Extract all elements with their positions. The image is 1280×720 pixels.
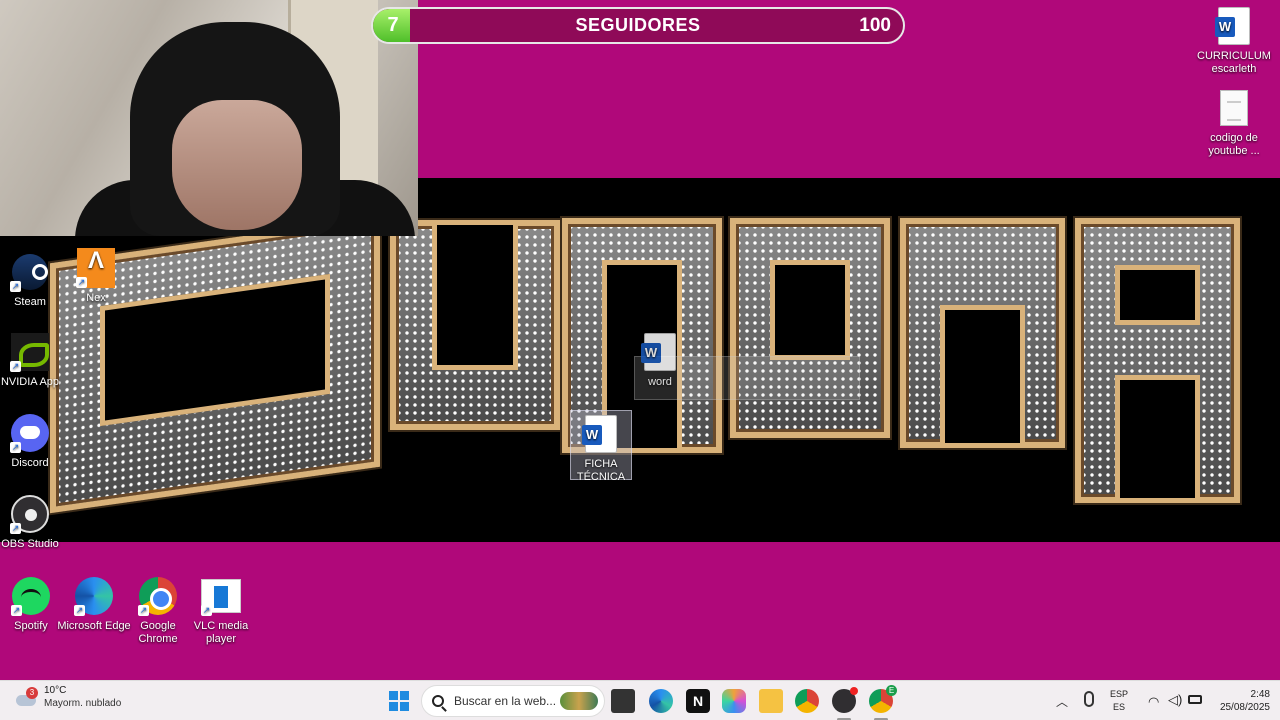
weather-widget[interactable]: 3 10°C Mayorm. nublado — [14, 685, 121, 710]
search-icon — [432, 695, 444, 707]
shortcut-arrow-icon: ↗ — [10, 442, 21, 453]
taskbar-clock[interactable]: 2:48 25/08/2025 — [1210, 688, 1270, 714]
shortcut-arrow-icon: ↗ — [10, 523, 21, 534]
language-code: ESP — [1110, 689, 1129, 699]
chevron-up-icon[interactable]: ︿ — [1056, 693, 1068, 710]
battery-icon[interactable] — [1188, 695, 1202, 704]
taskbar-copilot-icon[interactable] — [722, 689, 746, 713]
shortcut-arrow-icon: ↗ — [74, 605, 85, 616]
taskbar-file-explorer-dark-icon[interactable] — [611, 689, 635, 713]
desktop-icon-label: Nex — [86, 292, 106, 304]
desktop-icon-label: Google Chrome — [138, 620, 178, 645]
keyboard-layout-code: ES — [1113, 702, 1126, 712]
word-doc-icon — [641, 333, 676, 371]
shortcut-arrow-icon: ↗ — [11, 605, 22, 616]
follower-label: SEGUIDORES — [575, 15, 701, 35]
desktop-icon-label: Spotify — [14, 620, 48, 632]
input-language-indicator[interactable]: ESP ES — [1110, 688, 1128, 714]
microphone-icon[interactable] — [1084, 691, 1094, 707]
taskbar-search-box[interactable]: Buscar en la web... — [421, 685, 605, 717]
desktop-icon-label: FICHA TÉCNICA — [576, 458, 626, 483]
follower-goal-bar: 7 SEGUIDORES 100 — [371, 7, 905, 44]
desktop-icon-label: VLC media player — [193, 620, 249, 645]
taskbar-edge-icon[interactable] — [649, 689, 673, 713]
desktop-icon-label: Discord — [11, 457, 49, 469]
taskbar-chrome-profile-icon[interactable] — [869, 685, 897, 713]
word-doc-icon — [1215, 7, 1250, 45]
weather-alert-badge: 3 — [26, 686, 38, 699]
search-placeholder: Buscar en la web... — [454, 694, 557, 708]
shortcut-arrow-icon: ↗ — [76, 277, 87, 288]
shortcut-arrow-icon: ↗ — [201, 605, 212, 616]
logo-letter-o-counter — [770, 260, 850, 360]
follower-goal: 100 — [859, 14, 891, 36]
taskbar: 3 10°C Mayorm. nublado Buscar en la web.… — [0, 680, 1280, 720]
desktop-icon-ficha-tecnica[interactable]: FICHA TÉCNICA — [570, 410, 632, 483]
desktop-icon-word-dragging[interactable]: word — [622, 332, 698, 389]
search-highlight-image — [560, 692, 598, 710]
wifi-icon[interactable]: ◠ — [1148, 694, 1159, 710]
clock-time: 2:48 — [1250, 689, 1270, 700]
desktop-icon-label: word — [648, 376, 672, 388]
windows-logo-icon — [389, 691, 398, 700]
desktop-icon-label: Steam — [14, 296, 46, 308]
taskbar-chrome-icon[interactable] — [795, 689, 819, 713]
taskbar-folder-icon[interactable] — [759, 689, 783, 713]
desktop-icon-label: NVIDIA App — [0, 376, 60, 388]
taskbar-capcut-icon[interactable]: N — [686, 689, 710, 713]
weather-temperature: 10°C — [44, 685, 67, 696]
word-doc-icon — [582, 415, 617, 453]
desktop-icon-nex[interactable]: ↗ Nex — [58, 248, 134, 305]
logo-letter-a-counter — [1115, 265, 1200, 325]
weather-condition: Mayorm. nublado — [44, 698, 122, 709]
desktop-icon-label: CURRICULUM escarleth — [1197, 50, 1271, 75]
desktop-icon-obs[interactable]: ↗ OBS Studio — [0, 494, 68, 551]
shortcut-arrow-icon: ↗ — [10, 361, 21, 372]
logo-letter-a-gap — [1115, 375, 1200, 503]
desktop-icon-codigo-youtube[interactable]: codigo de youtube ... — [1196, 88, 1272, 158]
desktop-icon-discord[interactable]: ↗ Discord — [0, 413, 68, 470]
cloud-icon: 3 — [14, 686, 38, 709]
desktop-icon-nvidia[interactable]: ↗ NVIDIA App — [0, 332, 68, 389]
logo-letter-u-counter — [432, 220, 518, 370]
desktop-icon-label: codigo de youtube ... — [1208, 132, 1260, 157]
shortcut-arrow-icon: ↗ — [138, 605, 149, 616]
desktop-icon-label: OBS Studio — [1, 538, 59, 550]
logo-letter-m-counter — [940, 305, 1025, 448]
volume-icon[interactable]: ◁) — [1168, 692, 1182, 708]
webcam-overlay — [0, 0, 418, 236]
text-file-icon — [1220, 90, 1248, 126]
webcam-person-face — [172, 100, 302, 230]
desktop-icon-curriculum[interactable]: CURRICULUM escarleth — [1196, 6, 1272, 76]
clock-date: 25/08/2025 — [1219, 702, 1270, 713]
start-button[interactable] — [389, 691, 409, 711]
shortcut-arrow-icon: ↗ — [10, 281, 21, 292]
taskbar-obs-icon[interactable] — [832, 687, 858, 713]
desktop-icon-vlc[interactable]: ↗ VLC media player — [183, 576, 259, 646]
